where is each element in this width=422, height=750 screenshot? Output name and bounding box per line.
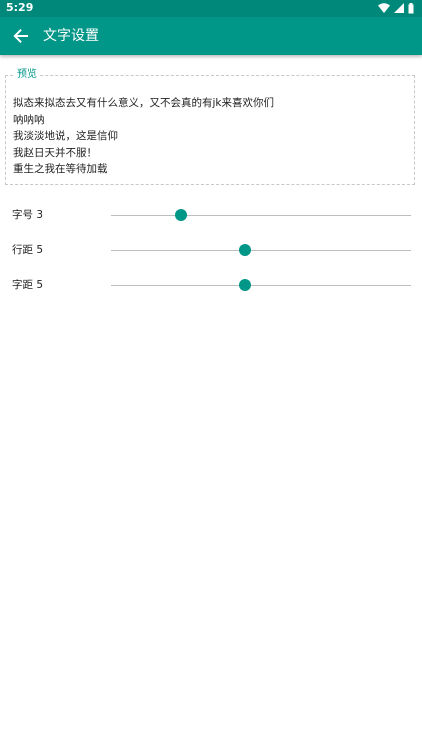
line-spacing-slider[interactable] — [111, 238, 411, 262]
preview-line: 我赵日天并不服！ — [13, 146, 97, 159]
letter-spacing-setting: 字距 5 — [0, 273, 422, 297]
slider-track — [111, 249, 411, 251]
font-size-setting: 字号 3 — [0, 203, 422, 227]
slider-track — [111, 214, 411, 216]
slider-track — [111, 284, 411, 286]
line-spacing-label: 行距 5 — [12, 244, 44, 256]
status-icons — [378, 2, 414, 14]
back-button[interactable] — [6, 21, 36, 51]
battery-icon — [408, 2, 414, 13]
letter-spacing-label: 字距 5 — [12, 279, 44, 291]
status-time: 5:29 — [6, 1, 34, 14]
slider-thumb[interactable] — [238, 279, 251, 291]
font-size-label: 字号 3 — [12, 209, 44, 221]
preview-line: 拟态来拟态去又有什么意义，又不会真的有jk来喜欢你们 — [13, 97, 274, 109]
status-bar: 5:29 — [0, 0, 422, 17]
toolbar: 文字设置 — [0, 17, 422, 55]
preview-line: 重生之我在等待加载 — [13, 163, 108, 175]
arrow-back-icon — [13, 29, 28, 43]
cellular-signal-icon — [394, 3, 404, 13]
letter-spacing-slider[interactable] — [111, 273, 411, 297]
preview-box: 预览 拟态来拟态去又有什么意义，又不会真的有jk来喜欢你们 呐呐呐 我淡淡地说，… — [5, 68, 415, 185]
preview-line: 我淡淡地说，这是信仰 — [13, 130, 118, 142]
line-spacing-setting: 行距 5 — [0, 238, 422, 262]
slider-thumb[interactable] — [238, 244, 251, 256]
preview-text: 拟态来拟态去又有什么意义，又不会真的有jk来喜欢你们 呐呐呐 我淡淡地说，这是信… — [13, 95, 274, 178]
wifi-icon — [378, 3, 390, 13]
preview-line: 呐呐呐 — [13, 113, 45, 126]
slider-thumb[interactable] — [174, 209, 187, 221]
preview-legend: 预览 — [14, 68, 40, 82]
page-title: 文字设置 — [43, 28, 99, 44]
font-size-slider[interactable] — [111, 203, 411, 227]
